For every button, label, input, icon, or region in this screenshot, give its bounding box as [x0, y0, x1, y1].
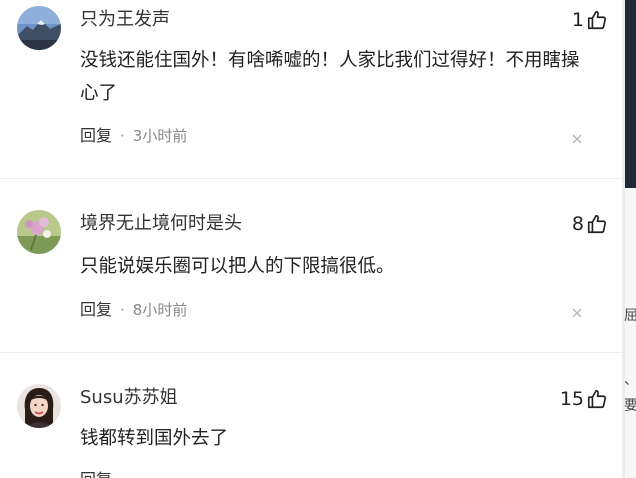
username[interactable]: Susu苏苏姐: [80, 386, 178, 410]
divider: [0, 352, 622, 353]
close-icon[interactable]: [570, 132, 584, 146]
edge-text-fragment: 屈: [624, 308, 636, 324]
mountain-landscape-avatar-icon: [17, 6, 61, 50]
comment-meta: 回复 · 3小时前: [80, 124, 187, 148]
username[interactable]: 只为王发声: [80, 8, 170, 32]
comment-text: 只能说娱乐圈可以把人的下限搞很低。: [80, 256, 395, 277]
edge-text-fragment: 、: [624, 372, 636, 388]
like-count: 15: [559, 388, 584, 410]
edge-light-block: [625, 188, 636, 478]
meta-separator: ·: [120, 301, 125, 319]
comment-list: 只为王发声 1 没钱还能住国外！有啥唏嘘的！人家比我们过得好！不用瞎操心了 回复…: [0, 0, 622, 478]
reply-button[interactable]: 回复: [80, 126, 112, 145]
reply-button[interactable]: 回复: [80, 300, 112, 319]
divider: [0, 178, 622, 179]
page-edge: 屈 、 要: [622, 0, 636, 478]
comment-page: 只为王发声 1 没钱还能住国外！有啥唏嘘的！人家比我们过得好！不用瞎操心了 回复…: [0, 0, 636, 478]
woman-portrait-avatar-icon: [17, 384, 61, 428]
meta-separator: ·: [120, 468, 125, 478]
thumbs-up-icon[interactable]: [586, 213, 608, 235]
edge-text-fragment: 要: [624, 398, 636, 414]
comment-text: 钱都转到国外去了: [80, 428, 229, 449]
user-avatar[interactable]: [17, 210, 61, 254]
comment-text: 没钱还能住国外！有啥唏嘘的！人家比我们过得好！不用瞎操心了: [80, 50, 580, 104]
like-count: 1: [571, 9, 584, 31]
flower-avatar-icon: [17, 210, 61, 254]
edge-dark-block: [625, 0, 636, 188]
user-avatar[interactable]: [17, 384, 61, 428]
comment-time: 8小时前: [132, 301, 188, 319]
comment-time: 3小时前: [132, 127, 188, 145]
meta-separator: ·: [120, 127, 125, 145]
thumbs-up-icon[interactable]: [586, 9, 608, 31]
username[interactable]: 境界无止境何时是头: [80, 212, 242, 236]
like-count: 8: [571, 213, 584, 235]
close-icon[interactable]: [570, 306, 584, 320]
thumbs-up-icon[interactable]: [586, 388, 608, 410]
comment-meta: 回复 ·: [80, 468, 133, 478]
reply-button[interactable]: 回复: [80, 470, 112, 478]
user-avatar[interactable]: [17, 6, 61, 50]
comment-meta: 回复 · 8小时前: [80, 298, 187, 322]
